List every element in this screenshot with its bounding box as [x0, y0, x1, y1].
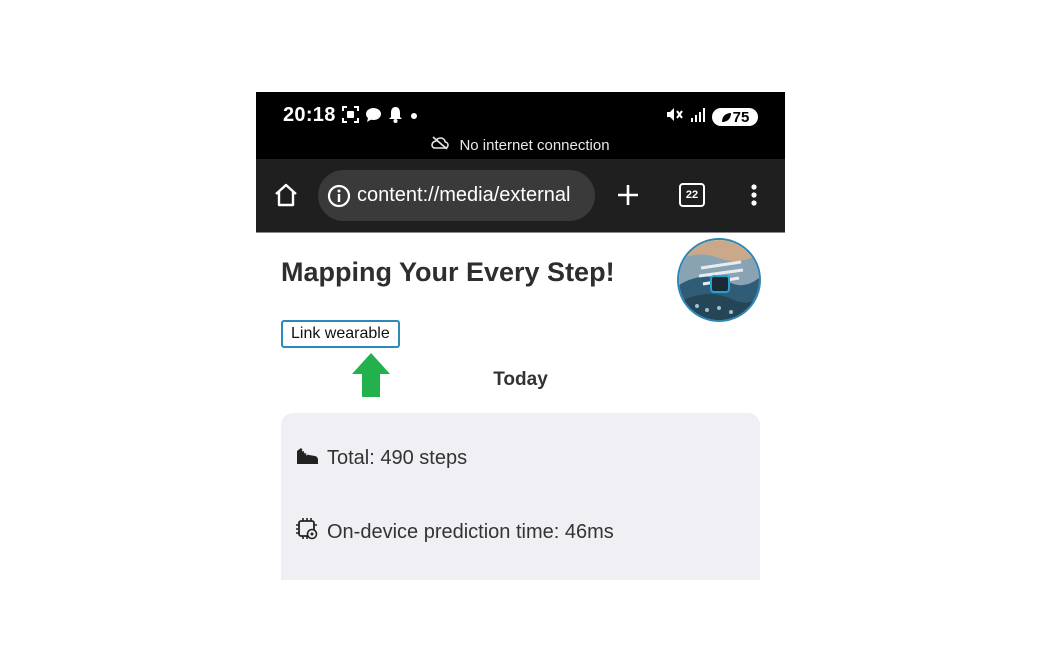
- shoe-icon: [295, 445, 319, 471]
- dot-icon: [409, 108, 419, 126]
- status-bar: 20:18 75 No internet connection: [256, 92, 785, 159]
- more-vert-icon: [751, 184, 757, 206]
- home-button[interactable]: [270, 179, 302, 211]
- status-notification-icons: [342, 106, 419, 128]
- chip-gear-icon: [295, 517, 319, 547]
- new-tab-button[interactable]: [612, 179, 644, 211]
- address-bar[interactable]: content://media/external: [318, 170, 595, 221]
- network-message: No internet connection: [459, 136, 610, 154]
- status-system-icons: 75: [666, 106, 758, 128]
- browser-toolbar: content://media/external 22: [256, 159, 785, 233]
- wearable-photo: [679, 240, 759, 320]
- bell-icon: [388, 106, 403, 128]
- menu-button[interactable]: [740, 179, 768, 211]
- leaf-icon: [721, 112, 731, 122]
- prediction-time: On-device prediction time: 46ms: [327, 520, 614, 543]
- link-wearable-button[interactable]: Link wearable: [281, 320, 400, 348]
- home-icon: [275, 183, 297, 207]
- network-status: No internet connection: [256, 136, 785, 154]
- page-title: Mapping Your Every Step!: [281, 257, 615, 287]
- cloud-off-icon: [431, 136, 450, 154]
- screenshot-icon: [342, 106, 359, 128]
- tab-switcher-icon: 22: [679, 183, 705, 207]
- tab-switcher-button[interactable]: 22: [676, 179, 708, 211]
- status-time: 20:18: [283, 104, 336, 126]
- info-icon[interactable]: [327, 184, 351, 208]
- mute-icon: [666, 106, 684, 128]
- stats-card: Total: 490 steps On-device prediction ti…: [281, 413, 760, 580]
- tab-count: 22: [685, 189, 699, 201]
- plus-icon: [618, 185, 638, 205]
- signal-icon: [690, 107, 706, 128]
- avatar[interactable]: [677, 238, 761, 322]
- battery-level: 75: [732, 108, 750, 126]
- steps-row: Total: 490 steps: [295, 445, 467, 471]
- url-text[interactable]: content://media/external: [357, 184, 570, 207]
- total-steps: Total: 490 steps: [327, 446, 468, 469]
- phone-screen: 20:18 75 No internet connection content:…: [256, 92, 785, 580]
- today-heading: Today: [493, 369, 548, 390]
- chat-bubble-icon: [365, 107, 382, 128]
- battery-indicator: 75: [712, 108, 758, 126]
- prediction-row: On-device prediction time: 46ms: [295, 517, 614, 547]
